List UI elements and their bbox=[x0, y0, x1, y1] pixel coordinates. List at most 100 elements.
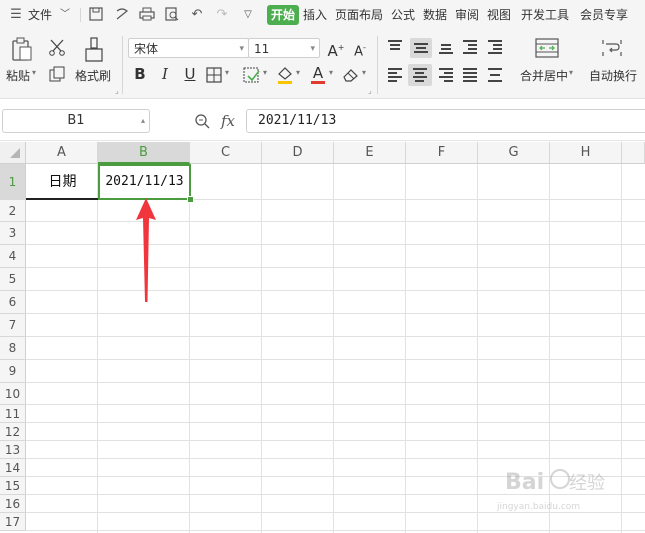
row-header-1[interactable]: 1 bbox=[0, 164, 26, 200]
tab-page-layout[interactable]: 页面布局 bbox=[335, 6, 383, 24]
increase-indent-icon[interactable] bbox=[486, 38, 504, 56]
column-header-a[interactable]: A bbox=[26, 142, 98, 164]
fx-icon[interactable]: fx bbox=[221, 112, 235, 130]
chevron-down-icon[interactable]: ▾ bbox=[225, 68, 229, 77]
cut-icon[interactable] bbox=[48, 38, 66, 59]
paste-button[interactable]: 粘贴 bbox=[6, 67, 30, 84]
column-header-b[interactable]: B bbox=[98, 142, 190, 164]
tab-member[interactable]: 会员专享 bbox=[580, 6, 628, 24]
row-header-4[interactable]: 4 bbox=[0, 245, 26, 268]
column-header-h[interactable]: H bbox=[550, 142, 622, 164]
row-header-16[interactable]: 16 bbox=[0, 495, 26, 513]
cell-a1[interactable]: 日期 bbox=[27, 165, 98, 199]
tab-review[interactable]: 审阅 bbox=[455, 6, 479, 24]
distributed-align-icon[interactable] bbox=[486, 66, 504, 84]
print-icon[interactable] bbox=[139, 7, 155, 23]
row-header-8[interactable]: 8 bbox=[0, 337, 26, 360]
decrease-font-icon[interactable]: A- bbox=[350, 38, 370, 59]
column-gridline bbox=[405, 164, 406, 533]
save-icon[interactable] bbox=[88, 7, 104, 23]
tab-home[interactable]: 开始 bbox=[267, 5, 299, 25]
format-painter-icon[interactable] bbox=[84, 37, 104, 66]
chevron-down-icon[interactable]: ﹀ bbox=[57, 7, 73, 23]
paste-icon[interactable] bbox=[10, 37, 34, 66]
align-middle-icon[interactable] bbox=[410, 38, 432, 58]
column-gridline bbox=[189, 164, 190, 533]
chevron-down-icon[interactable]: ▾ bbox=[296, 68, 300, 77]
row-header-9[interactable]: 9 bbox=[0, 360, 26, 383]
merge-center-button[interactable]: 合并居中 bbox=[520, 67, 568, 84]
row-header-7[interactable]: 7 bbox=[0, 314, 26, 337]
paste-dropdown-icon[interactable]: ▾ bbox=[32, 68, 36, 77]
italic-button[interactable]: I bbox=[155, 64, 175, 84]
fill-color-icon[interactable] bbox=[276, 66, 294, 87]
row-gridline bbox=[26, 336, 645, 337]
file-menu[interactable]: 文件 bbox=[28, 6, 52, 24]
quick-access-dropdown-icon[interactable]: ▽ bbox=[240, 7, 256, 23]
chevron-down-icon[interactable]: ▾ bbox=[329, 68, 333, 77]
font-color-icon[interactable]: A bbox=[310, 64, 326, 84]
redo-icon[interactable]: ↷ bbox=[214, 7, 230, 23]
font-name-select[interactable]: 宋体 ▾ bbox=[128, 38, 249, 58]
column-header-e[interactable]: E bbox=[334, 142, 406, 164]
font-size-select[interactable]: 11 ▾ bbox=[248, 38, 320, 58]
select-all-corner[interactable] bbox=[0, 142, 26, 164]
chevron-down-icon[interactable]: ▾ bbox=[263, 68, 267, 77]
align-left-icon[interactable] bbox=[386, 66, 404, 84]
chevron-down-icon[interactable]: ▴ bbox=[141, 110, 145, 132]
annotation-arrow bbox=[136, 198, 156, 302]
name-box[interactable]: B1 ▴ bbox=[2, 109, 150, 133]
chevron-down-icon[interactable]: ▾ bbox=[362, 68, 366, 77]
undo-icon[interactable]: ↶ bbox=[189, 7, 205, 23]
align-top-icon[interactable] bbox=[386, 38, 404, 56]
underline-button[interactable]: U bbox=[180, 64, 200, 84]
cell-style-icon[interactable] bbox=[243, 67, 261, 86]
format-painter-button[interactable]: 格式刷 bbox=[75, 67, 111, 84]
menu-icon[interactable]: ☰ bbox=[8, 7, 24, 23]
row-gridline bbox=[26, 440, 645, 441]
row-header-13[interactable]: 13 bbox=[0, 441, 26, 459]
row-header-6[interactable]: 6 bbox=[0, 291, 26, 314]
decrease-indent-icon[interactable] bbox=[461, 38, 479, 56]
row-header-11[interactable]: 11 bbox=[0, 405, 26, 423]
increase-font-icon[interactable]: A+ bbox=[326, 38, 346, 60]
wrap-text-button[interactable]: 自动换行 bbox=[589, 67, 637, 84]
row-header-3[interactable]: 3 bbox=[0, 222, 26, 245]
fill-handle[interactable] bbox=[187, 196, 194, 203]
copy-icon[interactable] bbox=[49, 66, 65, 85]
row-header-12[interactable]: 12 bbox=[0, 423, 26, 441]
align-center-icon[interactable] bbox=[408, 64, 432, 86]
row-header-2[interactable]: 2 bbox=[0, 200, 26, 222]
formula-input[interactable]: 2021/11/13 bbox=[246, 109, 645, 133]
bold-button[interactable]: B bbox=[130, 64, 150, 84]
row-header-10[interactable]: 10 bbox=[0, 383, 26, 405]
tab-insert[interactable]: 插入 bbox=[303, 6, 327, 24]
zoom-icon[interactable] bbox=[194, 113, 210, 132]
column-header-g[interactable]: G bbox=[478, 142, 550, 164]
chevron-down-icon[interactable]: ▾ bbox=[569, 68, 573, 77]
align-right-icon[interactable] bbox=[437, 66, 455, 84]
justify-icon[interactable] bbox=[461, 66, 479, 84]
clear-format-icon[interactable] bbox=[342, 67, 360, 86]
column-header-c[interactable]: C bbox=[190, 142, 262, 164]
export-icon[interactable] bbox=[114, 7, 130, 23]
row-header-5[interactable]: 5 bbox=[0, 268, 26, 291]
print-preview-icon[interactable] bbox=[164, 7, 180, 23]
ribbon: 粘贴 ▾ 格式刷 ⌟ 宋体 ▾ 11 ▾ A+ A- B I U ▾ ▾ ▾ A ▾… bbox=[0, 30, 645, 99]
tab-formulas[interactable]: 公式 bbox=[391, 6, 415, 24]
row-gridline bbox=[26, 267, 645, 268]
name-box-value: B1 bbox=[67, 113, 85, 128]
row-header-17[interactable]: 17 bbox=[0, 513, 26, 531]
column-header-f[interactable]: F bbox=[406, 142, 478, 164]
borders-icon[interactable] bbox=[206, 67, 222, 86]
wrap-text-icon[interactable] bbox=[601, 38, 623, 61]
tab-view[interactable]: 视图 bbox=[487, 6, 511, 24]
column-header-overflow bbox=[622, 142, 645, 164]
row-header-15[interactable]: 15 bbox=[0, 477, 26, 495]
tab-developer[interactable]: 开发工具 bbox=[521, 6, 569, 24]
tab-data[interactable]: 数据 bbox=[423, 6, 447, 24]
row-header-14[interactable]: 14 bbox=[0, 459, 26, 477]
align-bottom-icon[interactable] bbox=[437, 38, 455, 56]
column-header-d[interactable]: D bbox=[262, 142, 334, 164]
merge-center-icon[interactable] bbox=[535, 38, 559, 61]
